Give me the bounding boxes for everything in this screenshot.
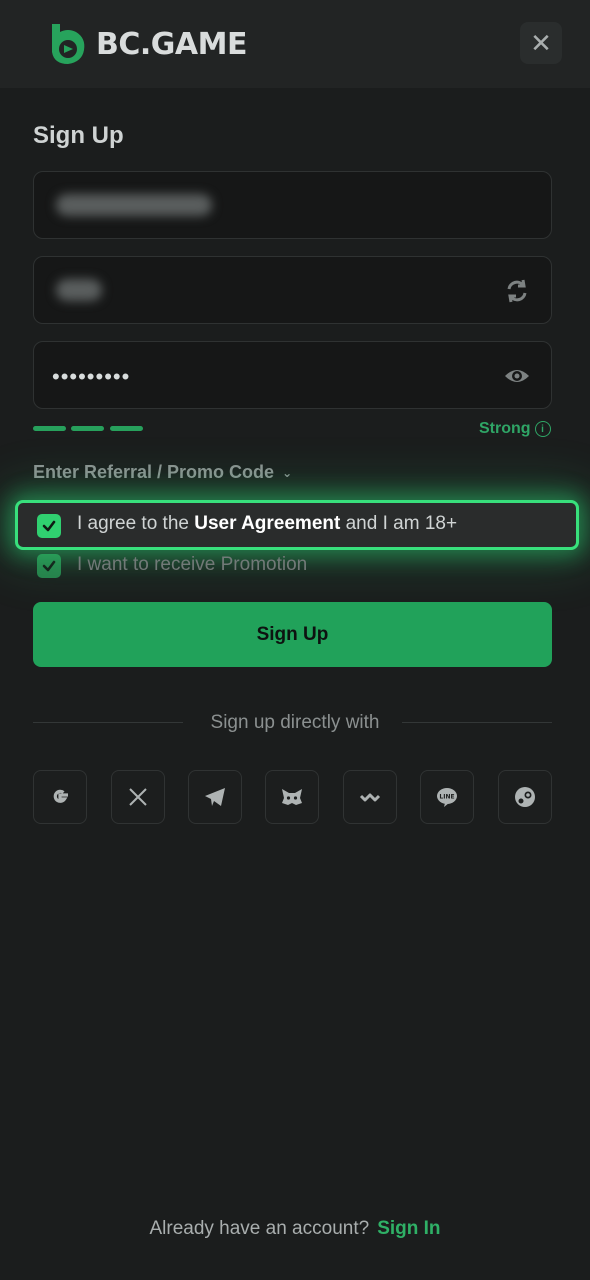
account-prompt: Already have an account? <box>149 1218 370 1239</box>
strength-segment-1 <box>33 426 66 431</box>
info-icon[interactable]: i <box>534 421 551 437</box>
steam-icon <box>515 787 535 807</box>
sign-in-prompt: Already have an account? Sign In <box>0 1218 590 1240</box>
sign-up-button[interactable]: Sign Up <box>33 602 552 667</box>
strength-text: Strong <box>479 420 531 437</box>
user-agreement-link[interactable]: User Agreement <box>194 513 340 534</box>
check-icon <box>42 560 56 572</box>
close-icon: ✕ <box>530 28 552 58</box>
check-icon <box>42 520 56 532</box>
walletconnect-icon <box>359 793 381 802</box>
username-value-redacted <box>56 279 102 301</box>
close-button[interactable]: ✕ <box>520 22 562 64</box>
sign-in-link[interactable]: Sign In <box>377 1218 440 1239</box>
agreement-label: I agree to the User Agreement and I am 1… <box>77 513 457 535</box>
promo-code-toggle[interactable]: Enter Referral / Promo Code ⌄ <box>33 462 292 483</box>
strength-segment-3 <box>110 426 143 431</box>
metamask-icon <box>282 789 302 805</box>
bc-logo-icon <box>52 24 85 64</box>
header-bar: BC.GAME ✕ <box>0 0 590 88</box>
social-divider-text: Sign up directly with <box>210 712 380 733</box>
walletconnect-button[interactable] <box>343 770 397 824</box>
line-button[interactable]: LINE <box>420 770 474 824</box>
x-button[interactable] <box>111 770 165 824</box>
brand-name: BC.GAME <box>96 26 247 62</box>
steam-button[interactable] <box>498 770 552 824</box>
promotion-checkbox[interactable] <box>37 554 61 578</box>
email-field[interactable] <box>33 171 552 239</box>
google-button[interactable] <box>33 770 87 824</box>
x-icon <box>129 788 147 806</box>
line-icon: LINE <box>437 788 457 807</box>
agreement-suffix: and I am 18+ <box>340 513 458 534</box>
email-value-redacted <box>56 194 212 216</box>
username-field[interactable] <box>33 256 552 324</box>
telegram-button[interactable] <box>188 770 242 824</box>
metamask-button[interactable] <box>265 770 319 824</box>
strength-segment-2 <box>71 426 104 431</box>
agreement-checkbox[interactable] <box>37 514 61 538</box>
google-icon <box>53 789 68 803</box>
page-title: Sign Up <box>33 122 124 149</box>
eye-icon[interactable] <box>503 362 531 390</box>
svg-text:LINE: LINE <box>439 794 454 801</box>
agreement-prefix: I agree to the <box>77 513 195 534</box>
password-field[interactable]: ••••••••• <box>33 341 552 409</box>
refresh-icon[interactable] <box>503 277 531 305</box>
chevron-down-icon: ⌄ <box>282 465 293 480</box>
promotion-label: I want to receive Promotion <box>77 554 308 575</box>
brand-logo[interactable]: BC.GAME <box>48 22 247 66</box>
telegram-icon <box>205 788 225 806</box>
promo-label: Enter Referral / Promo Code <box>33 462 275 482</box>
password-strength: Strong i <box>479 420 551 438</box>
password-value: ••••••••• <box>52 364 131 389</box>
